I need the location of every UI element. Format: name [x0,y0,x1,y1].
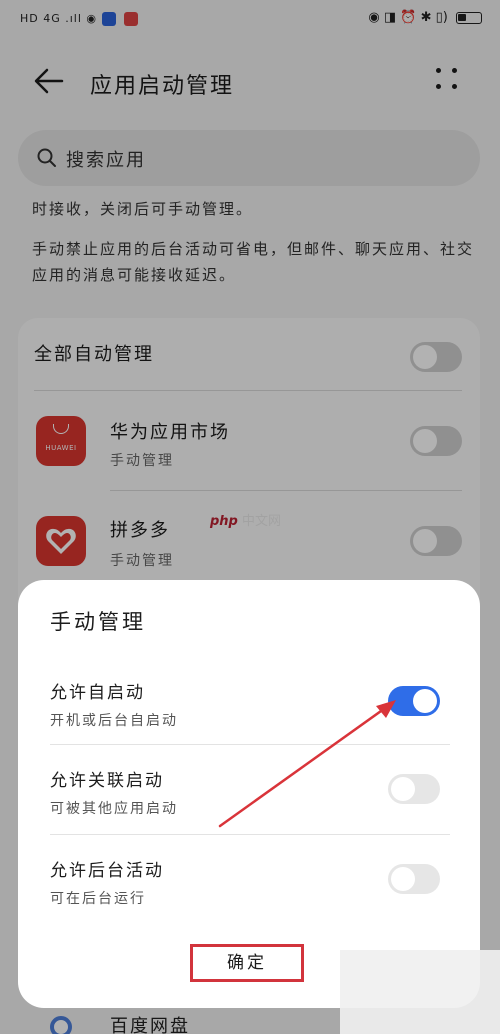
manual-manage-dialog: 手动管理 允许自启动 开机或后台自启动 允许关联启动 可被其他应用启动 允许后台… [18,580,480,1008]
associated-start-toggle[interactable] [388,774,440,804]
option-description: 可被其他应用启动 [50,801,178,817]
corner-artifact [340,950,500,1034]
divider [50,744,450,745]
auto-start-toggle[interactable] [388,686,440,716]
toggle-knob [413,689,437,713]
option-title: 允许关联启动 [50,771,164,791]
confirm-button[interactable]: 确定 [190,944,304,982]
dialog-title: 手动管理 [50,610,146,634]
option-description: 可在后台运行 [50,891,146,907]
toggle-knob [391,777,415,801]
background-activity-toggle[interactable] [388,864,440,894]
option-description: 开机或后台自启动 [50,713,178,729]
option-title: 允许后台活动 [50,861,164,881]
divider [50,834,450,835]
toggle-knob [391,867,415,891]
option-title: 允许自启动 [50,683,145,703]
